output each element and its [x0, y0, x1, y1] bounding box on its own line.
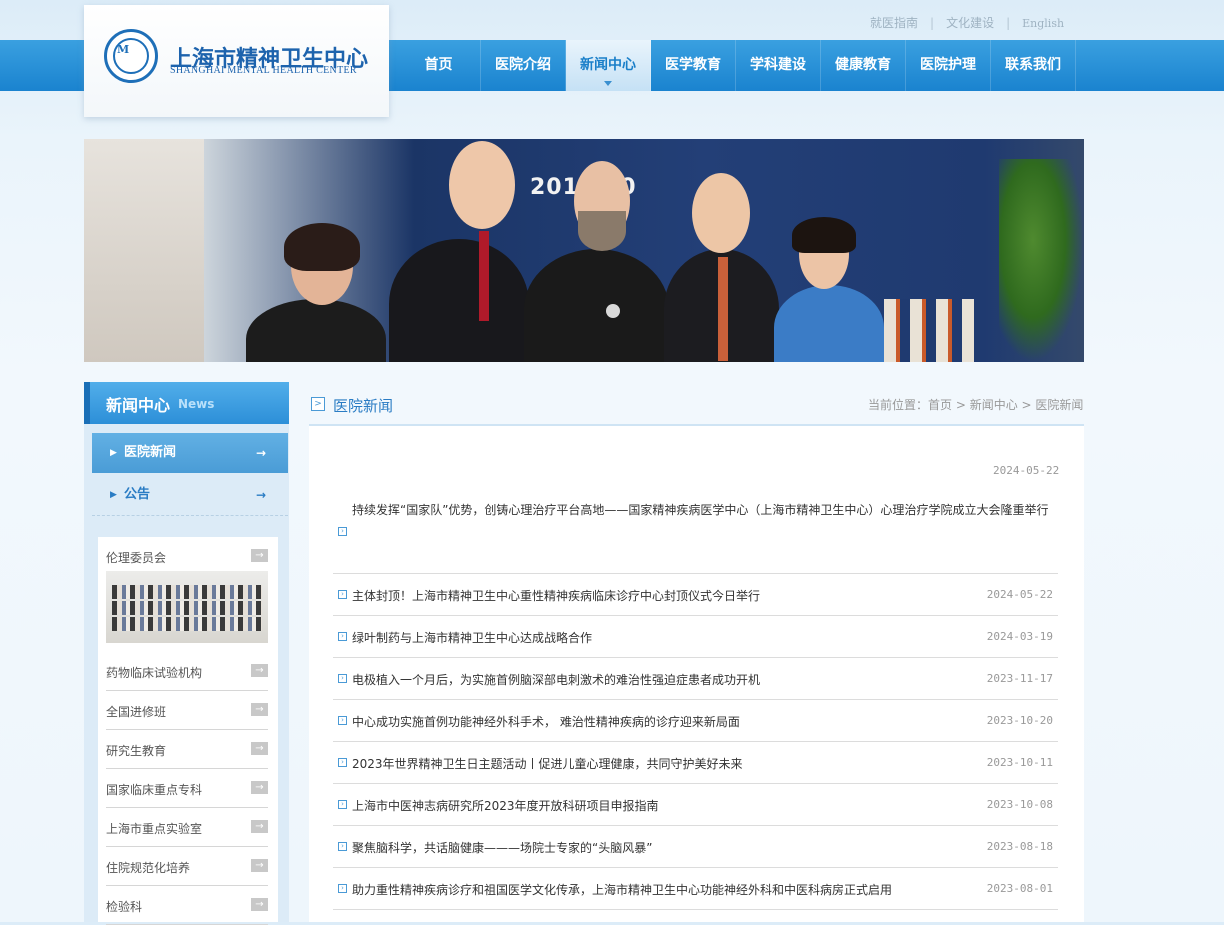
arrow-right-icon: → — [255, 446, 266, 460]
nav-health-edu[interactable]: 健康教育 — [821, 40, 906, 91]
news-title[interactable]: 绿叶制药与上海市精神卫生中心达成战略合作 — [352, 629, 592, 646]
list-item[interactable]: › 主体封顶！上海市精神卫生中心重性精神疾病临床诊疗中心封顶仪式今日举行 202… — [333, 574, 1058, 616]
news-title[interactable]: 主体封顶！上海市精神卫生中心重性精神疾病临床诊疗中心封顶仪式今日举行 — [352, 587, 760, 604]
nav-nursing[interactable]: 医院护理 — [906, 40, 991, 91]
sidebar-link-graduate[interactable]: 研究生教育 → — [106, 730, 268, 769]
arrow-right-icon: → — [251, 781, 268, 794]
top-link-guide[interactable]: 就医指南 — [870, 16, 918, 30]
sidebar-title-en: News — [178, 397, 215, 411]
news-date: 2023-11-17 — [986, 672, 1053, 685]
chevron-right-icon: › — [338, 758, 347, 767]
news-title[interactable]: 中心成功实施首例功能神经外科手术， 难治性精神疾病的诊疗迎来新局面 — [352, 713, 740, 730]
sidebar-link-ethics[interactable]: 伦理委员会 → — [106, 537, 268, 571]
news-title[interactable]: 2023年世界精神卫生日主题活动丨促进儿童心理健康，共同守护美好未来 — [352, 755, 743, 772]
arrow-right-icon: → — [251, 898, 268, 911]
nav-about[interactable]: 医院介绍 — [481, 40, 566, 91]
list-item[interactable]: › 助力重性精神疾病诊疗和祖国医学文化传承，上海市精神卫生中心功能神经外科和中医… — [333, 868, 1058, 910]
logo-english-name: SHANGHAI MENTAL HEALTH CENTER — [170, 65, 357, 76]
news-date: 2024-05-22 — [986, 588, 1053, 601]
news-title[interactable]: 聚焦脑科学，共话脑健康———场院士专家的“头脑风暴” — [352, 839, 652, 856]
sidebar-item-hospital-news[interactable]: ▶ 医院新闻 → — [92, 433, 288, 473]
list-item[interactable]: › 中心成功实施首例功能神经外科手术， 难治性精神疾病的诊疗迎来新局面 2023… — [333, 700, 1058, 742]
news-date: 2023-08-01 — [986, 882, 1053, 895]
arrow-right-icon: → — [251, 664, 268, 677]
chevron-right-icon: › — [338, 716, 347, 725]
chevron-right-icon: › — [338, 884, 347, 893]
chevron-right-icon: › — [338, 842, 347, 851]
sidebar-link-key-specialty[interactable]: 国家临床重点专科 → — [106, 769, 268, 808]
arrow-right-icon: → — [251, 742, 268, 755]
arrow-right-icon: → — [251, 703, 268, 716]
news-date: 2023-10-20 — [986, 714, 1053, 727]
banner-photo: 2013 30 — [84, 139, 1084, 362]
chevron-right-icon: › — [338, 800, 347, 809]
nav-contact[interactable]: 联系我们 — [991, 40, 1076, 91]
chevron-right-icon: › — [338, 590, 347, 599]
arrow-right-icon: → — [255, 488, 266, 502]
chevron-right-icon: › — [338, 674, 347, 683]
sidebar-title: 新闻中心 News — [84, 382, 289, 424]
news-date: 2024-03-19 — [986, 630, 1053, 643]
top-links: 就医指南 | 文化建设 | English — [870, 16, 1065, 30]
sidebar-link-training[interactable]: 全国进修班 → — [106, 691, 268, 730]
caret-down-icon — [604, 81, 612, 86]
news-title[interactable]: 助力重性精神疾病诊疗和祖国医学文化传承，上海市精神卫生中心功能神经外科和中医科病… — [352, 881, 892, 898]
news-date: 2023-10-11 — [986, 756, 1053, 769]
news-title[interactable]: 电极植入一个月后，为实施首例脑深部电刺激术的难治性强迫症患者成功开机 — [352, 671, 760, 688]
top-link-culture[interactable]: 文化建设 — [946, 16, 994, 30]
arrow-right-icon: → — [251, 549, 268, 562]
hospital-seal-icon: M — [104, 29, 158, 83]
arrow-right-icon: → — [251, 820, 268, 833]
ethics-committee-photo[interactable] — [106, 571, 268, 643]
news-title[interactable]: 上海市中医神志病研究所2023年度开放科研项目申报指南 — [352, 797, 659, 814]
sidebar-link-key-lab[interactable]: 上海市重点实验室 → — [106, 808, 268, 847]
news-date: 2024-05-22 — [993, 464, 1060, 477]
news-date: 2023-10-08 — [986, 798, 1053, 811]
list-item[interactable]: › 2023年世界精神卫生日主题活动丨促进儿童心理健康，共同守护美好未来 202… — [333, 742, 1058, 784]
breadcrumb-hospital-news[interactable]: 医院新闻 — [1035, 398, 1083, 412]
list-item[interactable]: › 电极植入一个月后，为实施首例脑深部电刺激术的难治性强迫症患者成功开机 202… — [333, 658, 1058, 700]
chevron-right-icon: › — [338, 527, 347, 536]
sidebar-link-lab-dept[interactable]: 检验科 → — [106, 886, 268, 925]
breadcrumb-home[interactable]: 首页 — [928, 398, 952, 412]
breadcrumb-news-center[interactable]: 新闻中心 — [970, 398, 1018, 412]
logo[interactable]: M 上海市精神卫生中心 SHANGHAI MENTAL HEALTH CENTE… — [84, 5, 389, 117]
list-item[interactable]: › 持续发挥“国家队”优势，创铸心理治疗平台高地——国家精神疾病医学中心（上海市… — [333, 490, 1058, 574]
plant-decoration — [999, 159, 1084, 362]
news-date: 2023-08-18 — [986, 840, 1053, 853]
sidebar-item-announcement[interactable]: ▶ 公告 → — [92, 475, 288, 516]
list-item[interactable]: › 上海市中医神志病研究所2023年度开放科研项目申报指南 2023-10-08 — [333, 784, 1058, 826]
list-item[interactable]: › 聚焦脑科学，共话脑健康———场院士专家的“头脑风暴” 2023-08-18 — [333, 826, 1058, 868]
news-title[interactable]: 持续发挥“国家队”优势，创铸心理治疗平台高地——国家精神疾病医学中心（上海市精神… — [352, 490, 1052, 531]
nav-discipline[interactable]: 学科建设 — [736, 40, 821, 91]
breadcrumb: 当前位置：首页 > 新闻中心 > 医院新闻 — [868, 398, 1084, 412]
triangle-right-icon: ▶ — [110, 448, 117, 458]
sidebar-link-residency[interactable]: 住院规范化培养 → — [106, 847, 268, 886]
chevron-right-icon: > — [311, 397, 325, 411]
chevron-right-icon: › — [338, 632, 347, 641]
page-title: 医院新闻 — [333, 397, 394, 415]
nav-news[interactable]: 新闻中心 — [566, 40, 651, 91]
triangle-right-icon: ▶ — [110, 490, 117, 500]
sidebar-title-cn: 新闻中心 — [106, 396, 171, 415]
sidebar-link-drug-trial[interactable]: 药物临床试验机构 → — [106, 652, 268, 691]
arrow-right-icon: → — [251, 859, 268, 872]
list-item[interactable]: › 绿叶制药与上海市精神卫生中心达成战略合作 2024-03-19 — [333, 616, 1058, 658]
top-link-english[interactable]: English — [1022, 17, 1064, 30]
nav-education[interactable]: 医学教育 — [651, 40, 736, 91]
nav-home[interactable]: 首页 — [397, 40, 481, 91]
sidebar-links-box: 伦理委员会 → 药物临床试验机构 → 全国进修班 → 研究生教育 → 国家临床重… — [98, 537, 278, 925]
